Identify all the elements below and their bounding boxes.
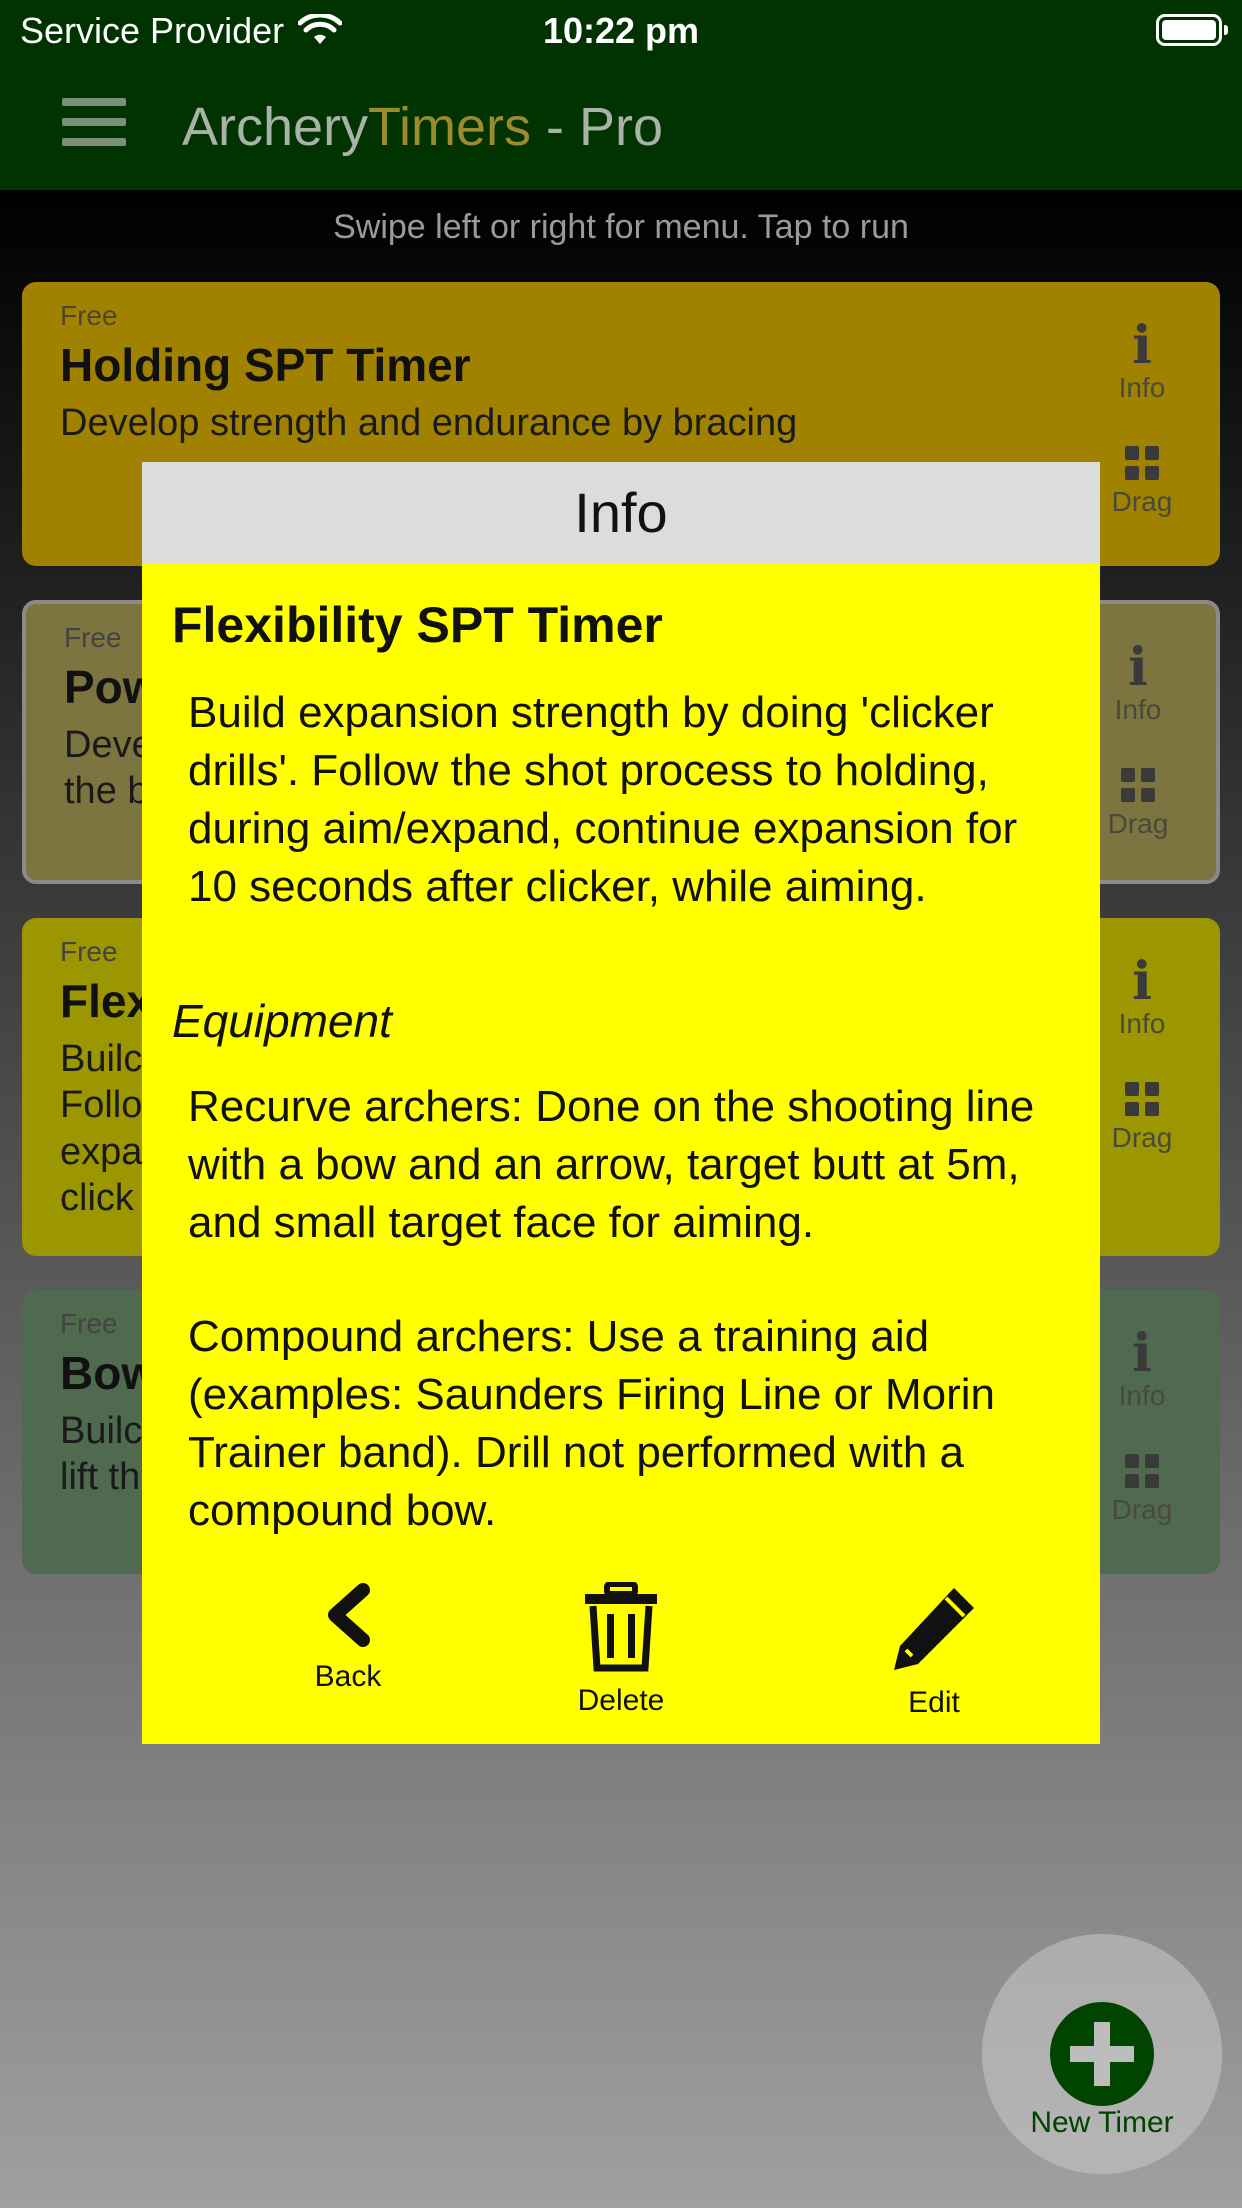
info-label: Info bbox=[1118, 1008, 1166, 1039]
new-timer-label: New Timer bbox=[1030, 2106, 1174, 2139]
info-label: Info bbox=[1118, 372, 1166, 403]
chevron-left-icon bbox=[328, 1583, 370, 1647]
info-button[interactable]: i Info bbox=[1098, 642, 1178, 726]
info-button[interactable]: i Info bbox=[1102, 956, 1182, 1040]
info-modal: Info Flexibility SPT Timer Build expansi… bbox=[142, 462, 1100, 1744]
info-button[interactable]: i Info bbox=[1102, 1328, 1182, 1412]
back-label: Back bbox=[314, 1660, 382, 1693]
drag-handle[interactable]: Drag bbox=[1102, 1076, 1182, 1154]
modal-title: Flexibility SPT Timer bbox=[172, 597, 663, 653]
hamburger-menu-icon[interactable] bbox=[62, 98, 126, 146]
drag-icon bbox=[1121, 768, 1155, 802]
equipment-heading: Equipment bbox=[172, 995, 392, 1047]
drag-icon bbox=[1125, 1454, 1159, 1488]
drag-label: Drag bbox=[1111, 486, 1173, 517]
info-icon: i bbox=[1132, 1323, 1152, 1384]
modal-header: Info bbox=[142, 462, 1100, 564]
info-label: Info bbox=[1118, 1380, 1166, 1411]
pencil-icon bbox=[894, 1588, 974, 1670]
delete-label: Delete bbox=[577, 1684, 665, 1717]
drag-handle[interactable]: Drag bbox=[1102, 440, 1182, 518]
drag-label: Drag bbox=[1107, 808, 1169, 839]
card-tier: Free bbox=[60, 300, 118, 331]
drag-label: Drag bbox=[1111, 1122, 1173, 1153]
drag-handle[interactable]: Drag bbox=[1098, 762, 1178, 840]
back-button[interactable]: Back bbox=[248, 1582, 448, 1694]
compound-text: Compound archers: Use a training aid (ex… bbox=[188, 1312, 996, 1535]
app-bar: ArcheryTimers - Pro bbox=[0, 62, 1242, 190]
edit-button[interactable]: Edit bbox=[834, 1582, 1034, 1720]
status-time: 10:22 pm bbox=[542, 10, 700, 51]
trash-icon bbox=[585, 1582, 657, 1672]
info-icon: i bbox=[1132, 315, 1152, 376]
app-title-part3: - Pro bbox=[531, 97, 664, 157]
info-icon: i bbox=[1132, 951, 1152, 1012]
battery-icon bbox=[1156, 14, 1228, 46]
app-title-part2: Timers bbox=[368, 97, 532, 157]
delete-button[interactable]: Delete bbox=[521, 1582, 721, 1718]
plus-icon bbox=[1050, 2002, 1154, 2106]
recurve-text: Recurve archers: Done on the shooting li… bbox=[188, 1082, 1035, 1247]
card-desc: Develop strength and endurance by bracin… bbox=[60, 402, 798, 444]
new-timer-button[interactable]: New Timer bbox=[982, 1934, 1222, 2174]
edit-label: Edit bbox=[908, 1686, 960, 1719]
swipe-hint: Swipe left or right for menu. Tap to run bbox=[333, 208, 909, 246]
modal-description: Build expansion strength by doing 'click… bbox=[188, 688, 1018, 911]
info-icon: i bbox=[1128, 637, 1148, 698]
info-label: Info bbox=[1114, 694, 1162, 725]
drag-label: Drag bbox=[1111, 1494, 1173, 1525]
info-button[interactable]: i Info bbox=[1102, 320, 1182, 404]
status-bar: Service Provider 10:22 pm bbox=[0, 0, 1242, 62]
app-title-part1: Archery bbox=[182, 97, 369, 157]
drag-icon bbox=[1125, 1082, 1159, 1116]
drag-icon bbox=[1125, 446, 1159, 480]
drag-handle[interactable]: Drag bbox=[1102, 1448, 1182, 1526]
app-title: ArcheryTimers - Pro bbox=[182, 96, 663, 158]
card-name: Holding SPT Timer bbox=[60, 339, 471, 391]
